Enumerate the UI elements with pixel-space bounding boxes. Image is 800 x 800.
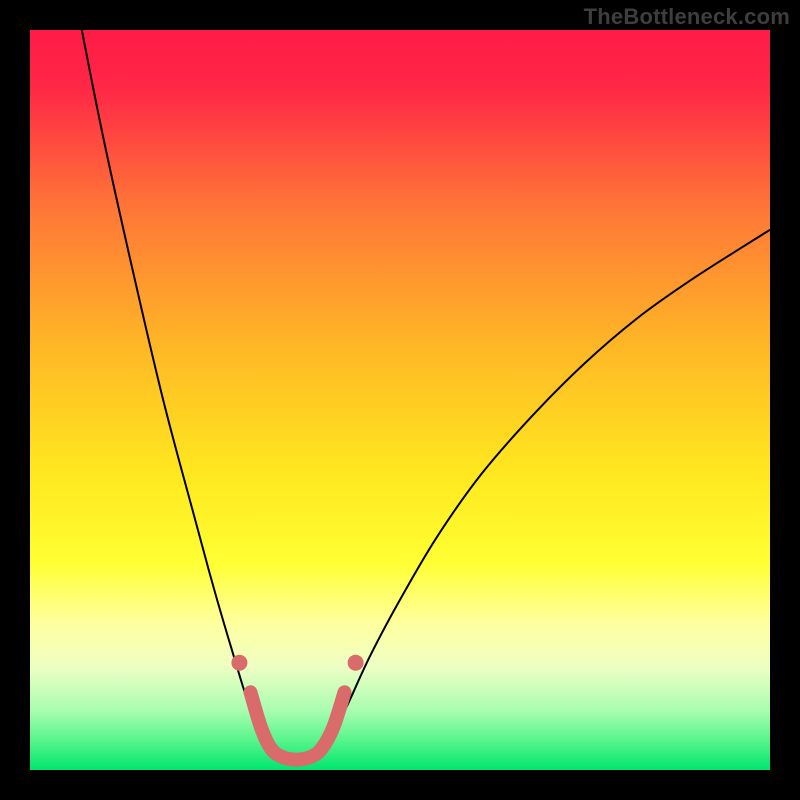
chart-canvas <box>30 30 770 770</box>
optimal-zone-marker <box>251 692 345 759</box>
marker-dot-left <box>231 655 247 671</box>
chart-frame: TheBottleneck.com <box>0 0 800 800</box>
watermark-text: TheBottleneck.com <box>584 4 790 30</box>
plot-area <box>30 30 770 770</box>
marker-dot-right <box>348 655 364 671</box>
bottleneck-curve <box>82 30 770 764</box>
